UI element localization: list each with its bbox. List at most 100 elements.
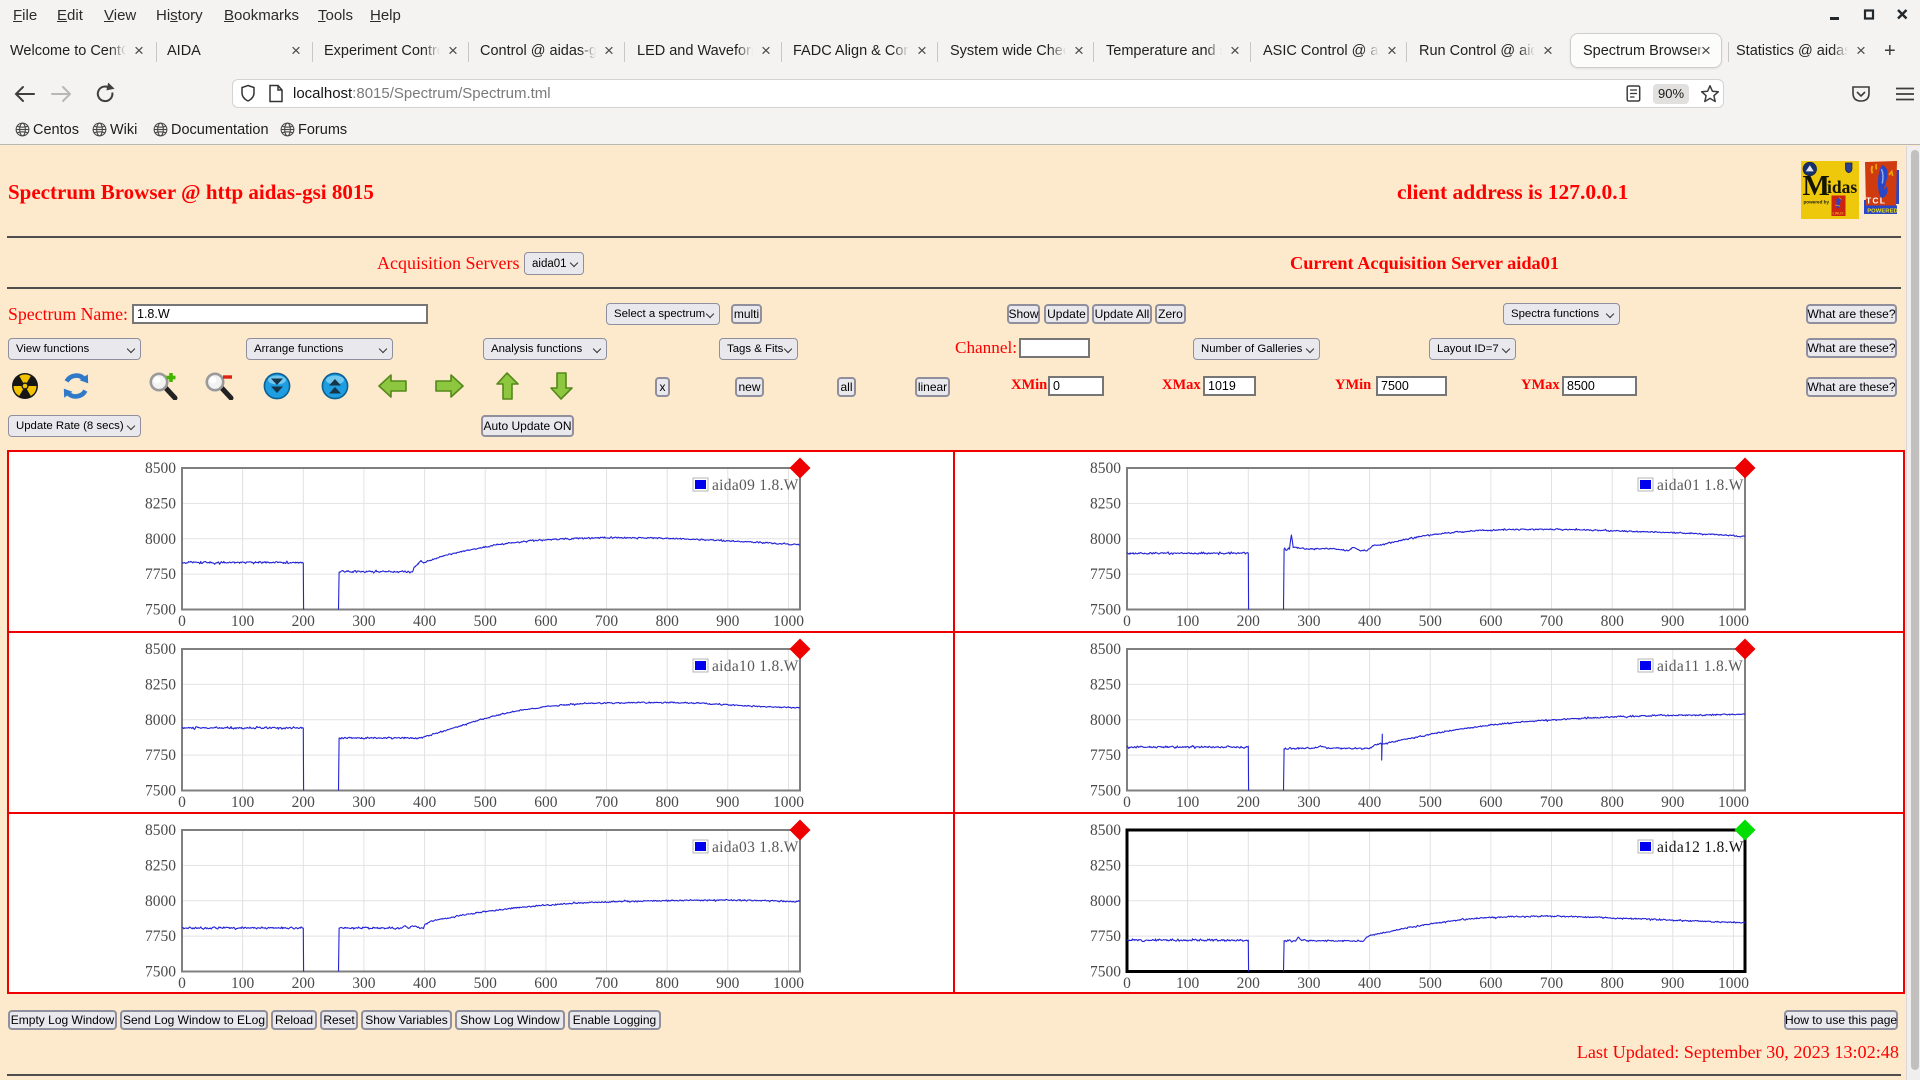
svg-text:600: 600: [534, 794, 558, 811]
svg-text:8000: 8000: [145, 893, 176, 910]
svg-text:0: 0: [178, 613, 186, 630]
svg-text:800: 800: [1601, 975, 1625, 992]
svg-text:700: 700: [595, 975, 619, 992]
svg-text:500: 500: [474, 613, 498, 630]
svg-text:900: 900: [1661, 613, 1685, 630]
svg-text:400: 400: [1358, 794, 1382, 811]
svg-text:8500: 8500: [1090, 460, 1121, 477]
svg-text:aida11 1.8.W: aida11 1.8.W: [1657, 658, 1743, 675]
svg-text:idas: idas: [1827, 177, 1857, 197]
svg-text:aida09 1.8.W: aida09 1.8.W: [712, 477, 799, 494]
svg-text:8250: 8250: [1090, 676, 1121, 693]
svg-text:7500: 7500: [1090, 783, 1121, 800]
svg-text:300: 300: [352, 613, 376, 630]
svg-text:1000: 1000: [1718, 613, 1749, 630]
svg-text:7750: 7750: [1090, 566, 1121, 583]
svg-text:0: 0: [178, 975, 186, 992]
svg-text:800: 800: [1601, 794, 1625, 811]
svg-text:8500: 8500: [145, 460, 176, 477]
svg-text:700: 700: [1540, 794, 1564, 811]
svg-text:600: 600: [1479, 613, 1503, 630]
svg-text:8000: 8000: [1090, 893, 1121, 910]
svg-text:0: 0: [178, 794, 186, 811]
svg-text:800: 800: [656, 794, 680, 811]
svg-text:500: 500: [474, 794, 498, 811]
svg-text:0: 0: [1123, 794, 1131, 811]
svg-text:200: 200: [1237, 794, 1261, 811]
svg-text:200: 200: [292, 794, 316, 811]
svg-text:powered by: powered by: [1804, 200, 1830, 205]
svg-text:1000: 1000: [1718, 794, 1749, 811]
svg-text:0: 0: [1123, 613, 1131, 630]
svg-text:600: 600: [1479, 975, 1503, 992]
svg-text:500: 500: [1419, 975, 1443, 992]
svg-text:900: 900: [1661, 975, 1685, 992]
svg-text:900: 900: [716, 613, 740, 630]
svg-text:8250: 8250: [1090, 495, 1121, 512]
svg-text:600: 600: [1479, 794, 1503, 811]
svg-text:8250: 8250: [145, 857, 176, 874]
svg-text:8500: 8500: [1090, 641, 1121, 658]
svg-text:7750: 7750: [1090, 928, 1121, 945]
svg-text:200: 200: [292, 613, 316, 630]
svg-text:700: 700: [595, 613, 619, 630]
svg-text:8250: 8250: [145, 495, 176, 512]
svg-text:1000: 1000: [1718, 975, 1749, 992]
svg-text:8500: 8500: [145, 822, 176, 839]
svg-text:7500: 7500: [1090, 964, 1121, 981]
svg-text:1000: 1000: [773, 794, 804, 811]
svg-text:700: 700: [595, 794, 619, 811]
svg-text:7750: 7750: [145, 566, 176, 583]
svg-text:200: 200: [1237, 613, 1261, 630]
svg-text:100: 100: [1176, 613, 1200, 630]
svg-text:aida03 1.8.W: aida03 1.8.W: [712, 839, 799, 856]
svg-text:600: 600: [534, 613, 558, 630]
svg-text:7500: 7500: [145, 783, 176, 800]
svg-text:900: 900: [716, 975, 740, 992]
svg-text:8500: 8500: [1090, 822, 1121, 839]
svg-text:LINUX: LINUX: [1833, 212, 1845, 216]
svg-text:700: 700: [1540, 975, 1564, 992]
svg-text:800: 800: [1601, 613, 1625, 630]
svg-text:7750: 7750: [145, 747, 176, 764]
svg-text:400: 400: [413, 975, 437, 992]
svg-text:800: 800: [656, 975, 680, 992]
svg-text:400: 400: [1358, 613, 1382, 630]
svg-text:8000: 8000: [145, 531, 176, 548]
svg-text:7750: 7750: [1090, 747, 1121, 764]
svg-text:aida12 1.8.W: aida12 1.8.W: [1657, 839, 1744, 856]
svg-text:900: 900: [1661, 794, 1685, 811]
svg-text:100: 100: [1176, 794, 1200, 811]
svg-text:8000: 8000: [1090, 712, 1121, 729]
svg-text:8000: 8000: [145, 712, 176, 729]
svg-text:100: 100: [231, 975, 255, 992]
svg-text:100: 100: [1176, 975, 1200, 992]
svg-text:aida10 1.8.W: aida10 1.8.W: [712, 658, 799, 675]
svg-text:8250: 8250: [145, 676, 176, 693]
svg-text:7500: 7500: [145, 602, 176, 619]
svg-text:800: 800: [656, 613, 680, 630]
svg-text:400: 400: [1358, 975, 1382, 992]
svg-text:200: 200: [292, 975, 316, 992]
svg-text:1000: 1000: [773, 975, 804, 992]
svg-text:7750: 7750: [145, 928, 176, 945]
svg-text:0: 0: [1123, 975, 1131, 992]
svg-text:600: 600: [534, 975, 558, 992]
svg-text:500: 500: [474, 975, 498, 992]
svg-text:M: M: [1803, 170, 1830, 202]
svg-text:8500: 8500: [145, 641, 176, 658]
svg-text:100: 100: [231, 794, 255, 811]
svg-text:100: 100: [231, 613, 255, 630]
svg-text:8000: 8000: [1090, 531, 1121, 548]
svg-text:300: 300: [1297, 794, 1321, 811]
svg-text:500: 500: [1419, 794, 1443, 811]
svg-text:500: 500: [1419, 613, 1443, 630]
svg-text:300: 300: [1297, 613, 1321, 630]
svg-text:300: 300: [1297, 975, 1321, 992]
svg-text:400: 400: [413, 613, 437, 630]
svg-text:900: 900: [716, 794, 740, 811]
svg-text:700: 700: [1540, 613, 1564, 630]
svg-text:7500: 7500: [1090, 602, 1121, 619]
svg-text:300: 300: [352, 975, 376, 992]
svg-text:8250: 8250: [1090, 857, 1121, 874]
